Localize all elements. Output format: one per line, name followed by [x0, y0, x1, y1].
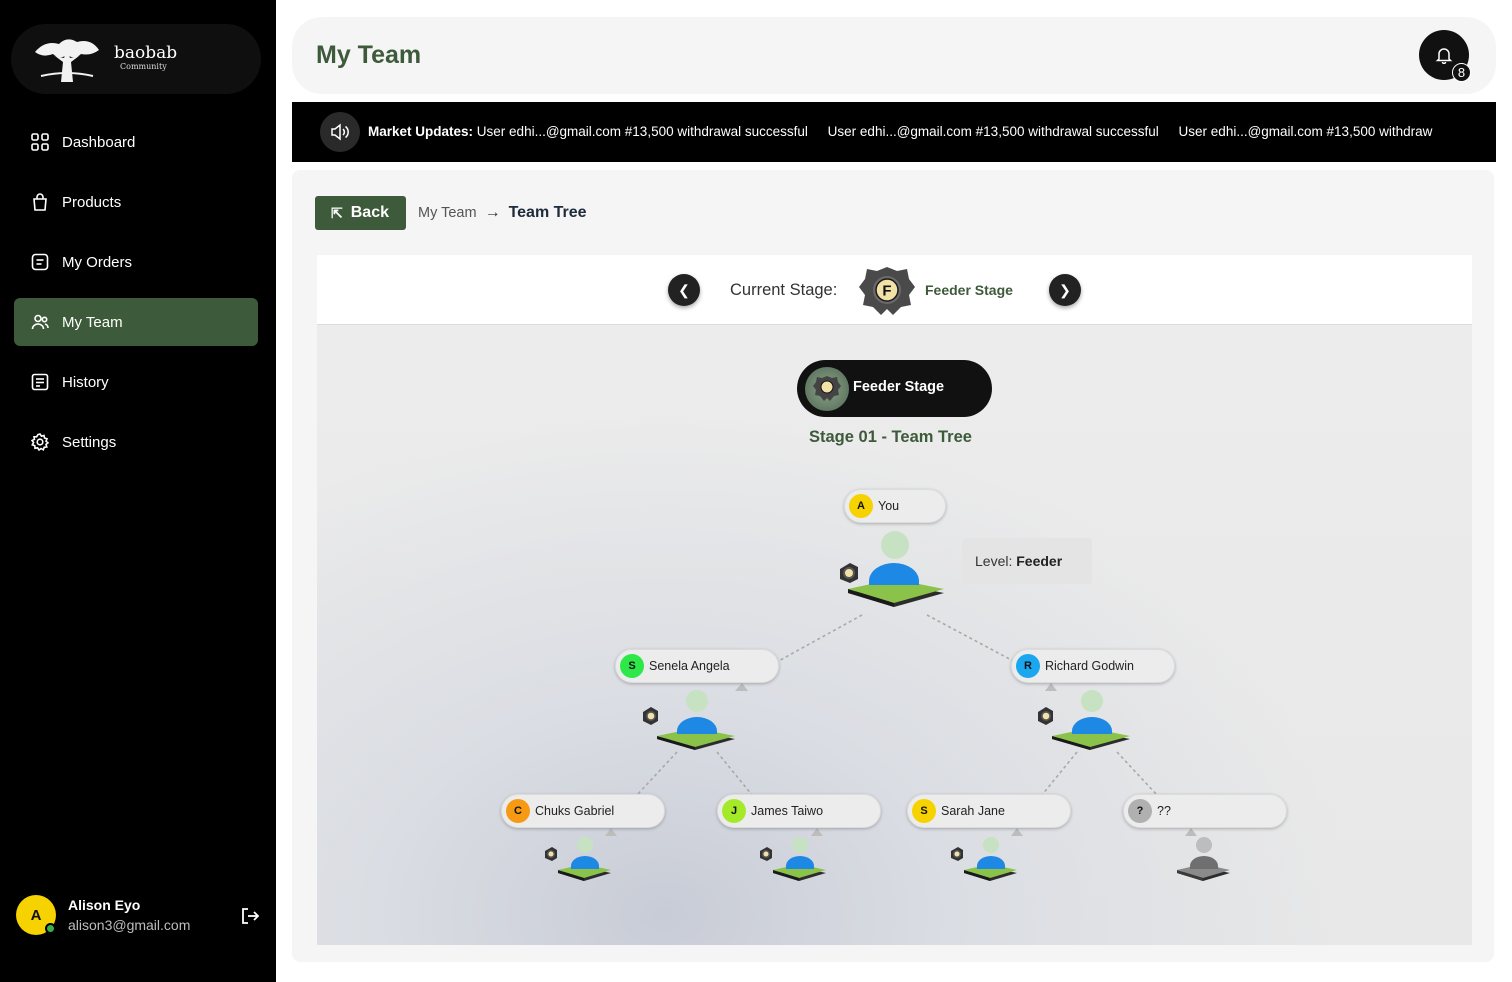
node-name: James Taiwo: [751, 804, 824, 818]
user-profile: A Alison Eyo alison3@gmail.com: [16, 895, 266, 937]
stage-badge-icon: F: [859, 267, 915, 315]
team-tree-canvas: Feeder Stage Stage 01 - Team Tree A You …: [317, 325, 1472, 945]
stage-pill-badge-icon: [805, 367, 849, 411]
member-figure: [545, 837, 611, 881]
ticker-message: User edhi...@gmail.com #13,500 withdrawa…: [476, 124, 808, 139]
online-status-dot: [45, 923, 56, 934]
user-name: Alison Eyo: [68, 897, 141, 913]
sidebar-item-my-orders[interactable]: My Orders: [14, 238, 258, 286]
sidebar-item-label: Settings: [62, 433, 117, 451]
sidebar-item-my-team[interactable]: My Team: [14, 298, 258, 346]
empty-slot-figure: [1177, 837, 1230, 881]
stage-selector: ❮ Current Stage: F Feeder Stage ❯: [317, 255, 1472, 325]
sidebar-item-history[interactable]: History: [14, 358, 258, 406]
tree-node-you[interactable]: A You: [844, 489, 946, 523]
sidebar-item-label: My Orders: [62, 253, 133, 271]
page-title: My Team: [316, 41, 422, 69]
tree-node-sarah-jane[interactable]: S Sarah Jane: [907, 794, 1071, 828]
sidebar-item-label: My Team: [62, 313, 123, 331]
breadcrumb: My Team → Team Tree: [418, 204, 587, 222]
node-name: You: [878, 499, 900, 513]
ticker-label: Market Updates:: [368, 124, 474, 139]
node-name: Senela Angela: [649, 659, 730, 673]
baobab-tree-icon: [35, 39, 99, 82]
gear-icon: [31, 433, 49, 451]
sidebar-item-label: History: [62, 373, 109, 391]
node-avatar: S: [912, 799, 936, 823]
speaker-icon[interactable]: [320, 112, 360, 152]
node-avatar: ?: [1128, 799, 1152, 823]
node-name: Sarah Jane: [941, 804, 1005, 818]
stage-badge-letter: F: [882, 283, 891, 300]
ticker-message: User edhi...@gmail.com #13,500 withdrawa…: [827, 124, 1159, 139]
level-tooltip: Level: Feeder: [962, 538, 1092, 584]
arrow-right-icon: →: [484, 204, 501, 221]
next-stage-button[interactable]: ❯: [1049, 274, 1081, 306]
node-name: Chuks Gabriel: [535, 804, 615, 818]
breadcrumb-current: Team Tree: [508, 204, 587, 221]
tree-subtitle: Stage 01 - Team Tree: [809, 428, 972, 446]
brand-logo[interactable]: baobab Community: [11, 24, 261, 94]
team-icon: [31, 313, 49, 331]
market-updates-ticker: Market Updates: User edhi...@gmail.com #…: [292, 102, 1496, 162]
node-avatar: C: [506, 799, 530, 823]
member-figure: [951, 837, 1017, 881]
node-avatar: R: [1016, 654, 1040, 678]
back-button[interactable]: ⇱ Back: [315, 196, 406, 230]
bell-icon: [1435, 48, 1453, 64]
level-label: Level:: [975, 553, 1013, 569]
arrow-up-left-icon: ⇱: [331, 204, 343, 221]
level-value: Feeder: [1016, 553, 1063, 569]
chevron-right-icon: ❯: [1059, 281, 1071, 298]
logout-icon[interactable]: [240, 906, 260, 926]
current-stage-label: Current Stage:: [730, 281, 838, 299]
history-icon: [31, 373, 49, 391]
stage-pill: Feeder Stage: [797, 360, 992, 417]
node-avatar: A: [849, 494, 873, 518]
tree-node-richard-godwin[interactable]: R Richard Godwin: [1011, 649, 1175, 683]
member-figure: [643, 690, 735, 750]
back-button-label: Back: [350, 204, 389, 221]
tree-node-chuks-gabriel[interactable]: C Chuks Gabriel: [501, 794, 665, 828]
chevron-left-icon: ❮: [678, 281, 690, 298]
node-name: Richard Godwin: [1045, 659, 1134, 673]
member-figure: [760, 837, 826, 881]
sidebar-item-settings[interactable]: Settings: [14, 418, 258, 466]
ticker-content: Market Updates: User edhi...@gmail.com #…: [368, 124, 1448, 139]
grid-icon: [31, 133, 49, 151]
user-email: alison3@gmail.com: [68, 917, 191, 933]
page-header: My Team 8: [292, 17, 1496, 94]
current-stage-name: Feeder Stage: [925, 282, 1013, 298]
orders-icon: [31, 253, 49, 271]
node-avatar: J: [722, 799, 746, 823]
team-tree-panel: ⇱ Back My Team → Team Tree ❮ Current Sta…: [292, 170, 1494, 962]
bag-icon: [31, 193, 49, 211]
root-user-figure: [840, 531, 944, 607]
tree-node-james-taiwo[interactable]: J James Taiwo: [717, 794, 881, 828]
stage-pill-label: Feeder Stage: [853, 379, 945, 395]
node-name: ??: [1157, 804, 1171, 818]
previous-stage-button[interactable]: ❮: [668, 274, 700, 306]
sidebar: baobab Community Dashboard Products My O…: [0, 0, 276, 982]
app-root: baobab Community Dashboard Products My O…: [0, 0, 1512, 982]
tree-node-empty-slot[interactable]: ? ??: [1123, 794, 1287, 828]
ticker-message: User edhi...@gmail.com #13,500 withdraw: [1178, 124, 1433, 139]
sidebar-item-products[interactable]: Products: [14, 178, 258, 226]
notification-count-badge: 8: [1452, 63, 1471, 82]
tree-connectors: [605, 614, 1197, 836]
sidebar-item-label: Products: [62, 193, 122, 211]
tree-node-senela-angela[interactable]: S Senela Angela: [615, 649, 779, 683]
brand-subtitle: Community: [120, 62, 167, 71]
sidebar-item-dashboard[interactable]: Dashboard: [14, 118, 258, 166]
node-avatar: S: [620, 654, 644, 678]
sidebar-nav: Dashboard Products My Orders My Team His…: [14, 118, 258, 478]
breadcrumb-parent[interactable]: My Team: [418, 205, 477, 221]
sidebar-item-label: Dashboard: [62, 133, 136, 151]
member-figure: [1038, 690, 1130, 750]
brand-name: baobab: [114, 43, 178, 63]
